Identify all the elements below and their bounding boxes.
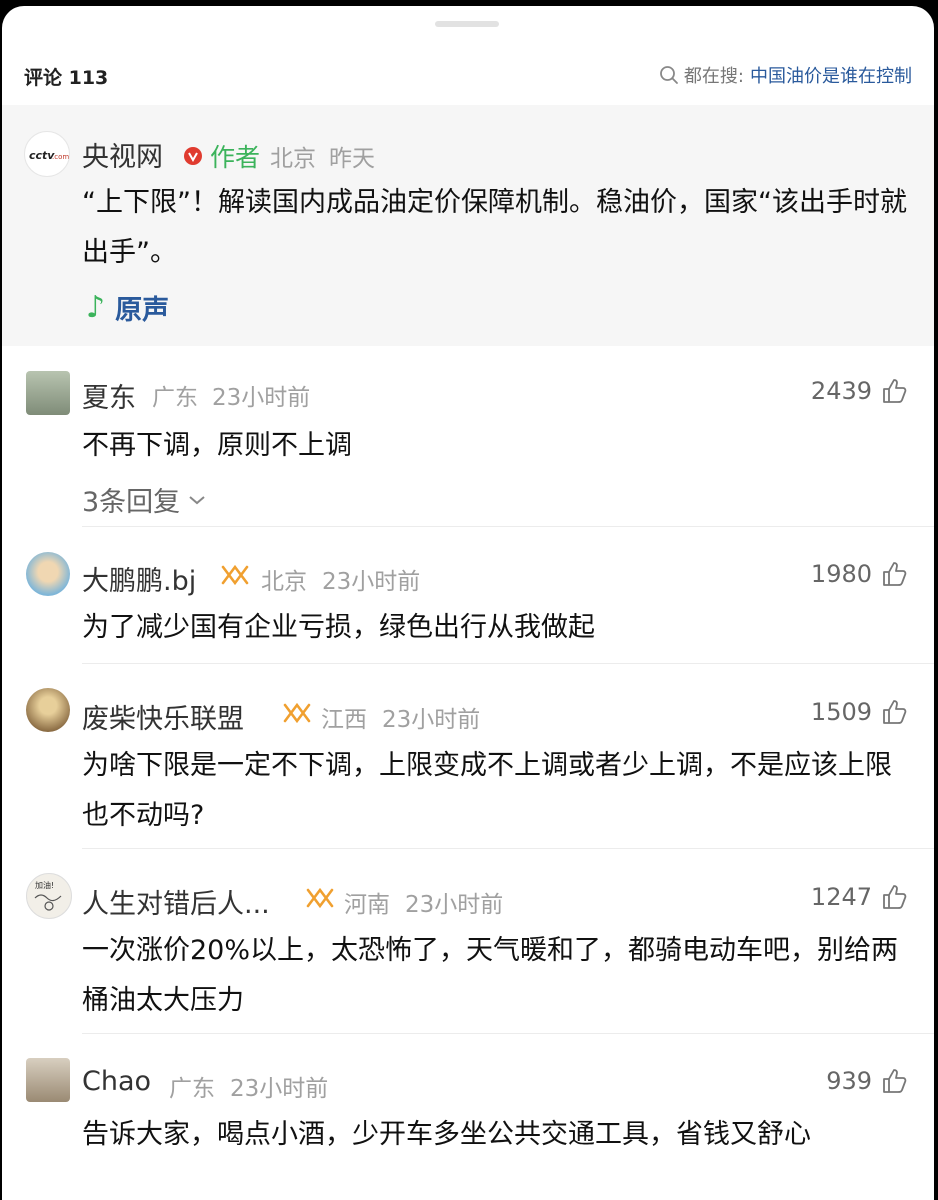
commenter-name[interactable]: 大鹏鹏.bj	[82, 559, 196, 598]
comment-time: 23小时前	[405, 892, 504, 918]
like-button[interactable]: 1980	[811, 559, 910, 589]
divider	[82, 526, 934, 527]
trending-query-link[interactable]: 中国油价是谁在控制	[750, 62, 912, 88]
like-count: 2439	[810, 377, 872, 405]
commenter-name[interactable]: Chao	[82, 1066, 151, 1097]
chevron-down-icon	[189, 495, 205, 504]
avatar[interactable]: 加油!	[26, 873, 72, 919]
like-button[interactable]: 939	[826, 1066, 910, 1096]
music-note-icon: ♪	[86, 290, 106, 325]
vip-badge-icon	[221, 564, 249, 586]
comment-location: 广东	[169, 1076, 215, 1102]
author-badge: 作者	[210, 143, 261, 172]
sheet-grabber[interactable]	[435, 21, 499, 27]
comment-location: 河南	[344, 892, 390, 918]
author-name[interactable]: 央视网	[82, 135, 163, 174]
author-time: 昨天	[329, 146, 375, 172]
avatar[interactable]	[26, 371, 70, 415]
author-location: 北京	[270, 146, 316, 172]
thumbs-up-icon	[883, 562, 907, 586]
commenter-name[interactable]: 人生对错后人...	[82, 882, 270, 921]
comment-time: 23小时前	[382, 707, 481, 733]
divider	[82, 848, 934, 849]
like-count: 1980	[810, 560, 872, 588]
comment-text: 不再下调，原则不上调	[82, 430, 352, 461]
comment-text: 为了减少国有企业亏损，绿色出行从我做起	[82, 612, 595, 643]
like-button[interactable]: 1247	[811, 882, 910, 912]
comment-time: 23小时前	[230, 1076, 329, 1102]
comment-text: 为啥下限是一定不下调，上限变成不上调或者少上调，不是应该上限也不动吗?	[82, 750, 892, 831]
like-count: 939	[826, 1067, 872, 1095]
comment-location: 江西	[321, 707, 367, 733]
comments-sheet: 评论 113 都在搜: 中国油价是谁在控制 cctv .com 央视网 作者 北…	[2, 6, 934, 1200]
avatar[interactable]	[26, 688, 70, 732]
comment-location: 广东	[152, 385, 198, 411]
voice-label: 原声	[115, 295, 170, 326]
comment-text: 告诉大家，喝点小酒，少开车多坐公共交通工具，省钱又舒心	[82, 1119, 811, 1150]
divider	[82, 1033, 934, 1034]
comment-location: 北京	[261, 569, 307, 595]
divider	[82, 663, 934, 664]
like-count: 1509	[810, 698, 872, 726]
thumbs-up-icon	[883, 885, 907, 909]
like-button[interactable]: 1509	[811, 697, 910, 727]
commenter-name[interactable]: 夏东	[82, 376, 136, 415]
thumbs-up-icon	[883, 700, 907, 724]
avatar[interactable]	[26, 1058, 70, 1102]
comment-time: 23小时前	[322, 569, 421, 595]
cctv-logo-icon: cctv .com	[29, 149, 69, 162]
trending-label: 都在搜:	[683, 66, 744, 87]
search-icon	[660, 66, 678, 84]
thumbs-up-icon	[883, 379, 907, 403]
avatar-cctv[interactable]: cctv .com	[24, 131, 70, 177]
commenter-name[interactable]: 废柴快乐联盟	[82, 697, 244, 736]
sketch-image-icon: 加油!	[34, 880, 62, 911]
thumbs-up-icon	[883, 1069, 907, 1093]
svg-text:.com: .com	[52, 153, 69, 161]
comments-count-title: 评论 113	[24, 67, 109, 89]
comment-text: 一次涨价20%以上，太恐怖了，天气暖和了，都骑电动车吧，别给两桶油太大压力	[82, 935, 899, 1016]
vip-badge-icon	[306, 887, 334, 909]
trending-search[interactable]: 都在搜: 中国油价是谁在控制	[659, 62, 912, 88]
view-replies-button[interactable]: 3条回复	[82, 480, 206, 519]
author-post: cctv .com 央视网 作者 北京 昨天 “上下限”！解读国内成品油定价保障…	[2, 105, 934, 346]
comments-header: 评论 113 都在搜: 中国油价是谁在控制	[2, 46, 934, 104]
verified-icon	[184, 147, 202, 165]
comment-time: 23小时前	[212, 385, 311, 411]
replies-count: 3条回复	[82, 487, 181, 518]
like-button[interactable]: 2439	[811, 376, 910, 406]
voice-button[interactable]: ♪ 原声	[86, 288, 169, 327]
like-count: 1247	[810, 883, 872, 911]
author-post-text: “上下限”！解读国内成品油定价保障机制。稳油价，国家“该出手时就出手”。	[82, 187, 907, 268]
avatar[interactable]	[26, 552, 70, 596]
vip-badge-icon	[283, 702, 311, 724]
svg-text:加油!: 加油!	[35, 880, 54, 890]
